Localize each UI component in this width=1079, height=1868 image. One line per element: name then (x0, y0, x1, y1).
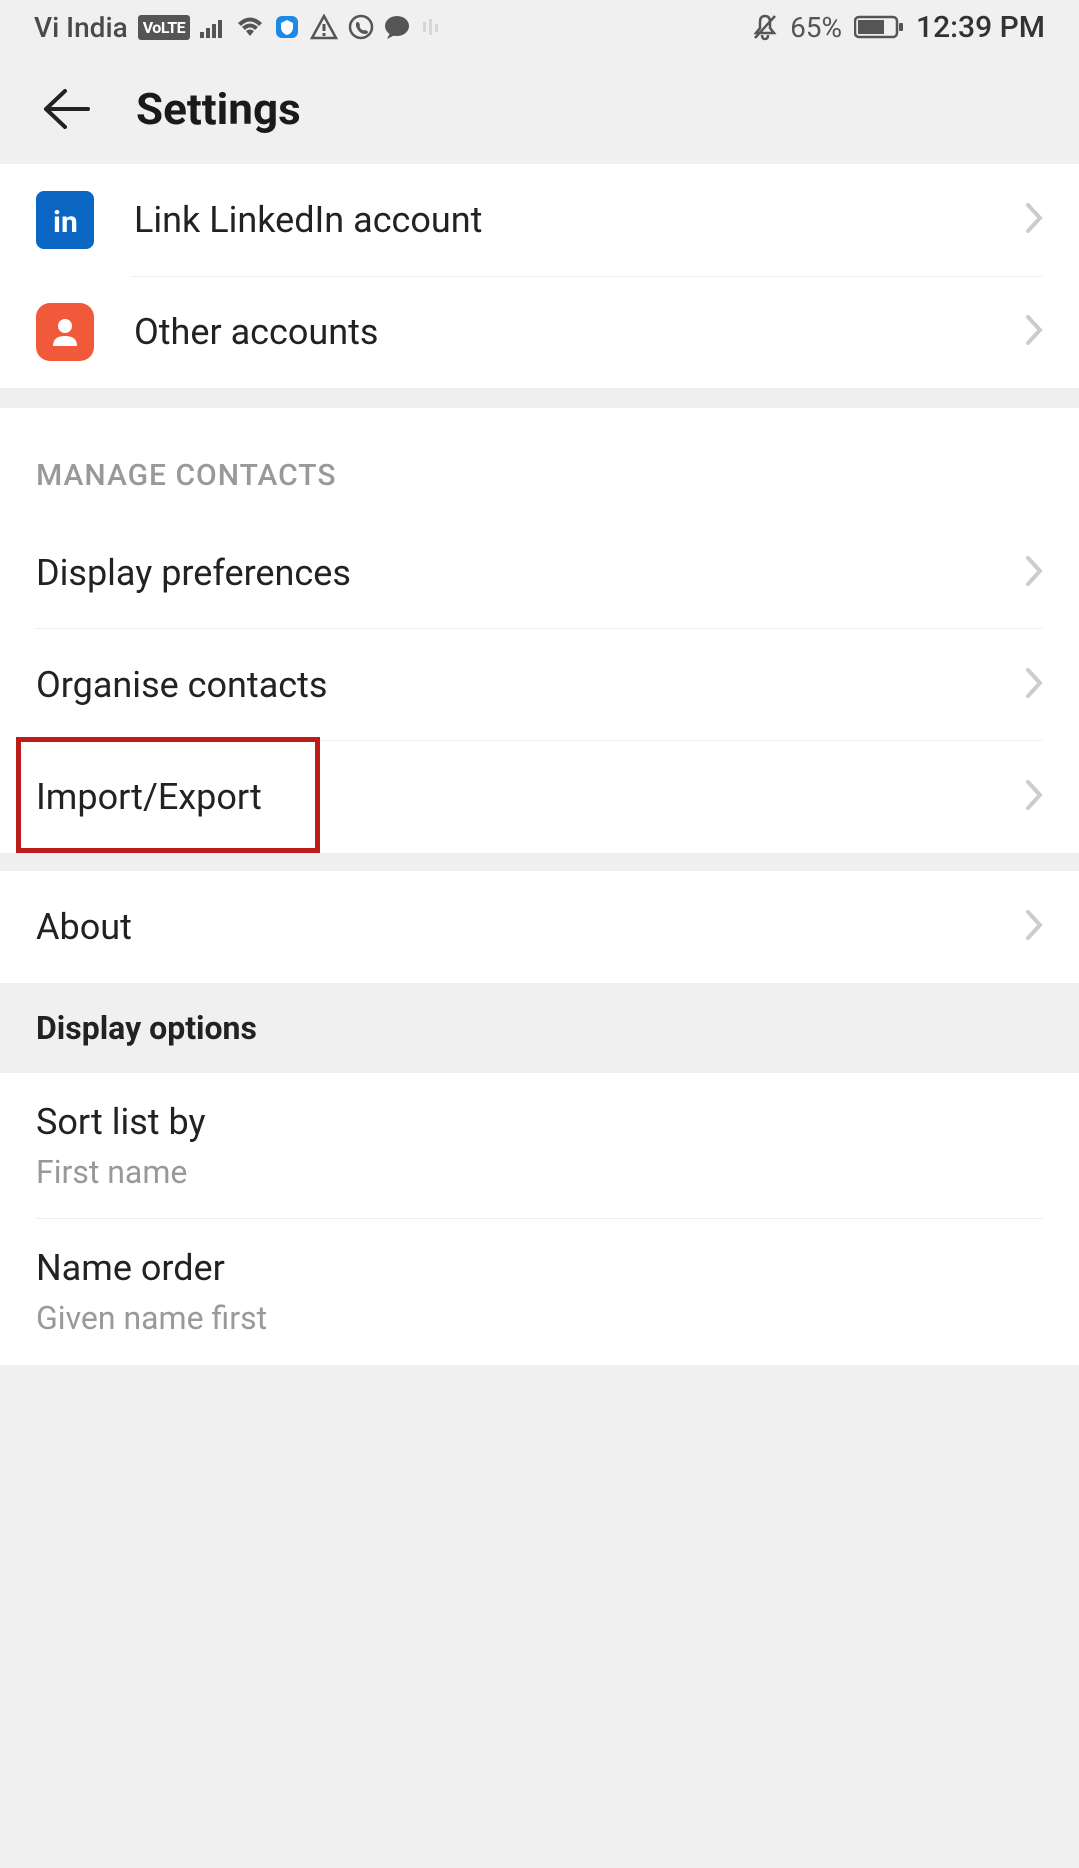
name-order-value: Given name first (36, 1299, 1043, 1337)
chevron-right-icon (1025, 909, 1043, 945)
sort-list-title: Sort list by (36, 1101, 1043, 1143)
chevron-right-icon (1025, 555, 1043, 591)
display-preferences-label: Display preferences (36, 552, 1025, 594)
linkedin-icon: in (36, 191, 94, 249)
organise-contacts-row[interactable]: Organise contacts (0, 629, 1079, 741)
signal-icon (200, 16, 226, 38)
organise-contacts-label: Organise contacts (36, 664, 1025, 706)
clock-time: 12:39 PM (916, 10, 1045, 45)
import-export-row[interactable]: Import/Export (0, 741, 1079, 853)
back-button[interactable] (40, 87, 90, 131)
status-right: 65% 12:39 PM (752, 10, 1045, 45)
import-export-label: Import/Export (36, 776, 1025, 818)
status-bar: Vi India VoLTE 65% 12:39 PM (0, 0, 1079, 54)
chat-icon (384, 15, 410, 39)
app-header: Settings (0, 54, 1079, 164)
chevron-right-icon (1025, 314, 1043, 350)
silent-icon (752, 13, 778, 41)
about-row[interactable]: About (0, 871, 1079, 983)
contacts-app-icon (36, 303, 94, 361)
link-linkedin-row[interactable]: in Link LinkedIn account (0, 164, 1079, 276)
battery-icon (854, 14, 904, 40)
svg-text:in: in (53, 205, 78, 240)
misc-icon (420, 16, 442, 38)
divider (132, 276, 1043, 277)
wifi-icon (236, 16, 264, 38)
sort-list-value: First name (36, 1153, 1043, 1191)
accounts-section: in Link LinkedIn account Other accounts (0, 164, 1079, 388)
page-title: Settings (136, 83, 301, 135)
other-accounts-label: Other accounts (134, 311, 985, 353)
whatsapp-icon (348, 14, 374, 40)
about-label: About (36, 906, 1025, 948)
battery-percentage: 65% (790, 11, 842, 44)
name-order-title: Name order (36, 1247, 1043, 1289)
display-options-header: Display options (0, 983, 1079, 1073)
chevron-right-icon (1025, 667, 1043, 703)
manage-contacts-header: MANAGE CONTACTS (0, 408, 1079, 517)
section-gap (0, 388, 1079, 408)
other-accounts-row[interactable]: Other accounts (0, 276, 1079, 388)
chevron-right-icon (1025, 779, 1043, 815)
status-left: Vi India VoLTE (34, 11, 442, 44)
section-gap (0, 853, 1079, 871)
volte-badge: VoLTE (138, 15, 190, 40)
display-preferences-row[interactable]: Display preferences (0, 517, 1079, 629)
carrier-label: Vi India (34, 11, 128, 44)
linkedin-label: Link LinkedIn account (134, 199, 985, 241)
sort-list-by-row[interactable]: Sort list by First name (0, 1073, 1079, 1219)
warning-icon (310, 14, 338, 40)
name-order-row[interactable]: Name order Given name first (0, 1219, 1079, 1365)
chevron-right-icon (1025, 202, 1043, 238)
shield-icon (274, 14, 300, 40)
